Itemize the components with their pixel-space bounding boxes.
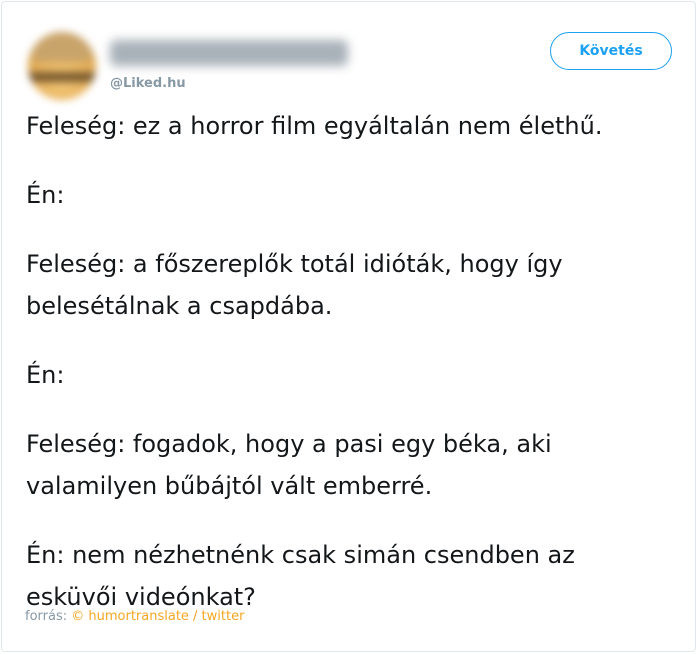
tweet-paragraph: Feleség: a főszereplők totál idióták, ho… (26, 250, 563, 320)
source-prefix: forrás: (25, 609, 72, 624)
user-handle[interactable]: @Liked.hu (110, 76, 186, 91)
tweet-paragraph: Feleség: fogadok, hogy a pasi egy béka, … (26, 430, 552, 500)
tweet-paragraph: Én: (26, 361, 65, 389)
tweet-paragraph: Feleség: ez a horror film egyáltalán nem… (26, 112, 603, 140)
blurred-display-name (110, 40, 348, 66)
avatar[interactable] (28, 32, 96, 100)
source-link[interactable]: © humortranslate / twitter (71, 609, 244, 624)
follow-button[interactable]: Követés (550, 32, 672, 70)
tweet-text: Feleség: ez a horror film egyáltalán nem… (26, 105, 666, 645)
source-credit: forrás: © humortranslate / twitter (25, 609, 244, 624)
tweet-card: @Liked.hu Követés Feleség: ez a horror f… (1, 1, 696, 652)
tweet-paragraph: Én: nem nézhetnénk csak simán csendben a… (26, 541, 575, 611)
tweet-paragraph: Én: (26, 181, 65, 209)
